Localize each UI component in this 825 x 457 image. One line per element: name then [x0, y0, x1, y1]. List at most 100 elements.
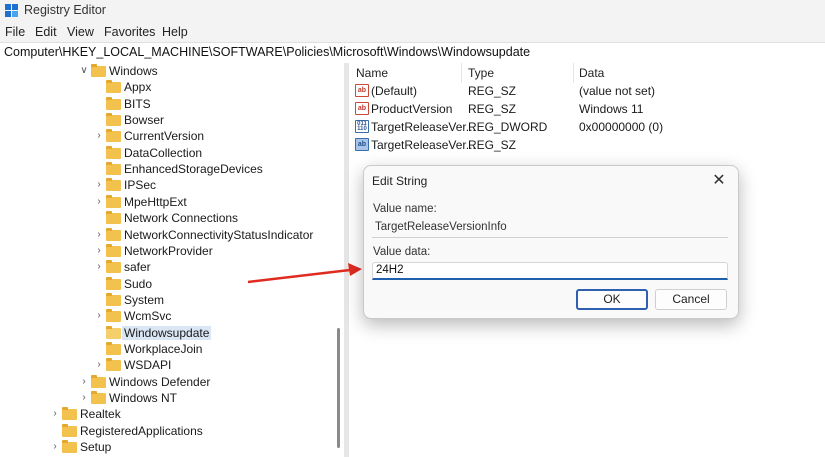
dialog-title: Edit String: [372, 174, 428, 188]
value-type: REG_DWORD: [468, 120, 548, 134]
folder-icon: [106, 80, 121, 94]
chevron-right-icon[interactable]: ›: [94, 130, 104, 141]
key-tree-pane[interactable]: ∨ Windows Appx BITS Bowser › CurrentVersion Dat…: [0, 63, 344, 457]
title-bar: Registry Editor: [0, 0, 825, 22]
chevron-right-icon[interactable]: ›: [79, 376, 89, 387]
chevron-down-icon[interactable]: ∨: [79, 65, 89, 76]
tree-item-label: Realtek: [80, 407, 121, 422]
tree-item[interactable]: EnhancedStorageDevices: [0, 162, 334, 178]
tree-scrollbar[interactable]: [334, 63, 344, 457]
tree-item[interactable]: Windowsupdate: [0, 325, 334, 342]
chevron-right-icon[interactable]: ›: [94, 359, 104, 370]
cancel-button[interactable]: Cancel: [655, 289, 727, 310]
column-header-data[interactable]: Data: [579, 66, 604, 80]
tree-item[interactable]: › WcmSvc: [0, 309, 334, 325]
tree-item-label: Network Connections: [124, 211, 239, 226]
close-icon[interactable]: ✕: [706, 170, 732, 192]
menu-edit[interactable]: Edit: [35, 25, 57, 39]
tree-item-label: Windows: [109, 64, 158, 78]
chevron-right-icon[interactable]: ›: [94, 245, 104, 256]
tree-item[interactable]: › CurrentVersion: [0, 129, 334, 145]
address-path[interactable]: Computer\HKEY_LOCAL_MACHINE\SOFTWARE\Pol…: [4, 45, 530, 59]
chevron-right-icon[interactable]: ›: [94, 179, 104, 190]
menu-help[interactable]: Help: [162, 25, 188, 39]
value-data-input[interactable]: 24H2: [372, 262, 728, 280]
folder-icon: [106, 211, 121, 225]
tree-item[interactable]: WorkplaceJoin: [0, 341, 334, 358]
tree-item[interactable]: Sudo: [0, 276, 334, 293]
ok-button[interactable]: OK: [576, 289, 648, 310]
list-row[interactable]: ab ProductVersion REG_SZ Windows 11: [349, 100, 825, 118]
tree-item[interactable]: › WSDAPI: [0, 358, 334, 374]
registry-editor-icon: [5, 4, 19, 18]
folder-icon: [62, 440, 77, 454]
string-value-selected-icon: ab: [355, 138, 369, 151]
tree-item[interactable]: › NetworkConnectivityStatusIndicator: [0, 227, 334, 244]
address-bar[interactable]: Computer\HKEY_LOCAL_MACHINE\SOFTWARE\Pol…: [0, 42, 825, 64]
chevron-right-icon[interactable]: ›: [50, 441, 60, 452]
list-row[interactable]: ab (Default) REG_SZ (value not set): [349, 82, 825, 100]
tree-item-label: Sudo: [124, 276, 153, 291]
tree-item[interactable]: BITS: [0, 96, 334, 113]
tree-item-label: System: [124, 292, 165, 307]
tree-item[interactable]: DataCollection: [0, 145, 334, 162]
menu-favorites[interactable]: Favorites: [104, 25, 155, 39]
tree-item-label: MpeHttpExt: [124, 194, 187, 209]
tree-item-label: NetworkProvider: [124, 243, 213, 258]
list-header: Name Type Data: [349, 63, 825, 83]
value-data-text[interactable]: 24H2: [376, 264, 404, 276]
tree-item-label: DataCollection: [124, 145, 203, 160]
tree-item[interactable]: RegisteredApplications: [0, 423, 334, 440]
tree-item[interactable]: › Realtek: [0, 407, 334, 423]
column-divider[interactable]: [573, 63, 574, 83]
tree-item[interactable]: Bowser: [0, 113, 334, 129]
tree-item-label: Setup: [80, 440, 112, 455]
column-divider[interactable]: [461, 63, 462, 83]
folder-icon: [62, 407, 77, 421]
tree-item[interactable]: › Windows NT: [0, 391, 334, 407]
list-row[interactable]: 011 110 TargetReleaseVer... REG_DWORD 0x…: [349, 118, 825, 136]
chevron-right-icon[interactable]: ›: [94, 196, 104, 207]
tree-item[interactable]: ∨ Windows: [0, 64, 334, 80]
folder-icon: [91, 391, 106, 404]
chevron-right-icon[interactable]: ›: [50, 408, 60, 419]
tree-item-label: WcmSvc: [124, 309, 172, 324]
string-value-icon: ab: [355, 84, 369, 97]
folder-icon: [106, 96, 121, 110]
tree-item-label: BITS: [124, 96, 151, 111]
tree-item[interactable]: › safer: [0, 260, 334, 276]
chevron-right-icon[interactable]: ›: [79, 392, 89, 403]
tree-item[interactable]: › NetworkProvider: [0, 243, 334, 260]
folder-icon: [106, 178, 121, 192]
tree-item[interactable]: Appx: [0, 80, 334, 96]
tree-item[interactable]: › MpeHttpExt: [0, 194, 334, 211]
folder-icon: [106, 194, 121, 208]
menu-view[interactable]: View: [67, 25, 94, 39]
chevron-right-icon[interactable]: ›: [94, 261, 104, 272]
folder-icon: [106, 243, 121, 257]
value-name-field: TargetReleaseVersionInfo: [372, 219, 728, 238]
chevron-right-icon[interactable]: ›: [94, 310, 104, 321]
tree-item[interactable]: System: [0, 292, 334, 309]
tree-item-label: RegisteredApplications: [80, 423, 203, 438]
column-header-type[interactable]: Type: [468, 66, 494, 80]
tree-item[interactable]: › Setup: [0, 440, 334, 456]
value-name-text: TargetReleaseVersionInfo: [375, 221, 507, 233]
tree-scrollbar-thumb[interactable]: [337, 328, 340, 448]
folder-icon: [62, 423, 77, 437]
tree-item-label: WSDAPI: [124, 358, 172, 373]
folder-icon: [106, 309, 121, 323]
chevron-right-icon[interactable]: ›: [94, 229, 104, 240]
folder-icon: [106, 276, 121, 290]
tree-item[interactable]: › Windows Defender: [0, 374, 334, 391]
tree-item[interactable]: Network Connections: [0, 211, 334, 227]
menu-file[interactable]: File: [5, 25, 25, 39]
folder-icon: [106, 145, 121, 159]
folder-icon: [106, 162, 121, 176]
list-row[interactable]: ab TargetReleaseVer... REG_SZ: [349, 136, 825, 154]
column-header-name[interactable]: Name: [356, 66, 388, 80]
value-data: Windows 11: [579, 102, 644, 116]
folder-open-icon: [106, 325, 121, 339]
value-name: ProductVersion: [371, 102, 453, 116]
tree-item[interactable]: › IPSec: [0, 178, 334, 194]
